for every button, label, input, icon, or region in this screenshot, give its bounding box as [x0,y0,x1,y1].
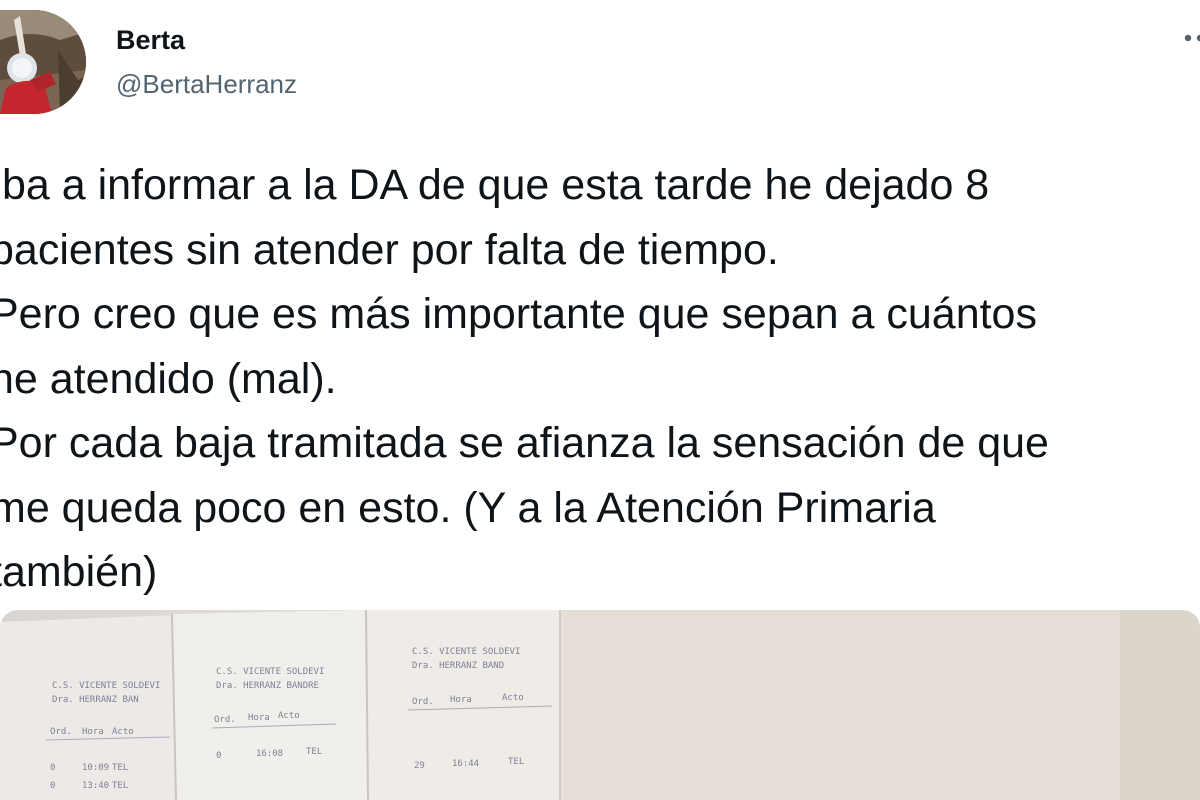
tweet-text: Iba a informar a la DA de que esta tarde… [0,153,1200,605]
slip-header: Ord. [412,697,434,707]
slip-row-ord: 0 [50,781,55,791]
slip-row-ord: 29 [414,761,425,771]
slip-doctor: Dra. HERRANZ BAN [52,695,139,705]
tweet-line: Iba a informar a la DA de que esta tarde… [0,161,990,209]
slip-header: Ord. [214,715,236,725]
tweet-line: Por cada baja tramitada se afianza la se… [0,419,1049,467]
slip-header: Acto [502,693,524,703]
slip-header: Hora [248,713,270,723]
avatar-photo [0,10,86,114]
tweet-line: he atendido (mal). [0,354,337,403]
slip-row-acto: TEL [306,747,322,757]
slip-row-hora: 16:08 [256,749,283,759]
slip-center: C.S. VICENTE SOLDEVI [216,667,324,677]
slip-row-acto: TEL [112,781,128,791]
receipt-slip-3 [366,610,560,800]
tweet-line: también) [0,548,158,596]
more-options-icon[interactable] [1180,30,1200,46]
slip-header: Hora [450,695,472,705]
tweet-line: pacientes sin atender por falta de tiemp… [0,225,779,274]
tweet-line: Pero creo que es más importante que sepa… [0,290,1037,338]
slip-center: C.S. VICENTE SOLDEVI [412,647,520,657]
avatar[interactable] [0,10,86,114]
slip-row-acto: TEL [112,763,128,773]
slip-header: Hora [82,727,104,737]
slip-row-hora: 13:40 [82,781,109,791]
receipt-slip-2 [172,610,372,800]
slip-row-ord: 0 [50,763,55,773]
author-name[interactable]: Berta [116,24,185,56]
slip-row-hora: 10:09 [82,763,109,773]
slip-doctor: Dra. HERRANZ BAND [412,661,504,671]
slip-center: C.S. VICENTE SOLDEVI [52,681,160,691]
slip-header: Ord. [50,727,72,737]
slip-doctor: Dra. HERRANZ BANDRE [216,681,319,691]
slip-row-ord: 0 [216,751,221,761]
tweet-photo[interactable]: C.S. VICENTE SOLDEVI Dra. HERRANZ BAN Or… [0,610,1200,800]
slip-header: Acto [278,711,300,721]
tweet-line: me queda poco en esto. (Y a la Atención … [0,483,936,532]
slip-header: Acto [112,727,134,737]
slip-row-acto: TEL [508,757,524,767]
author-handle[interactable]: @BertaHerranz [116,68,297,100]
slip-row-hora: 16:44 [452,759,479,769]
